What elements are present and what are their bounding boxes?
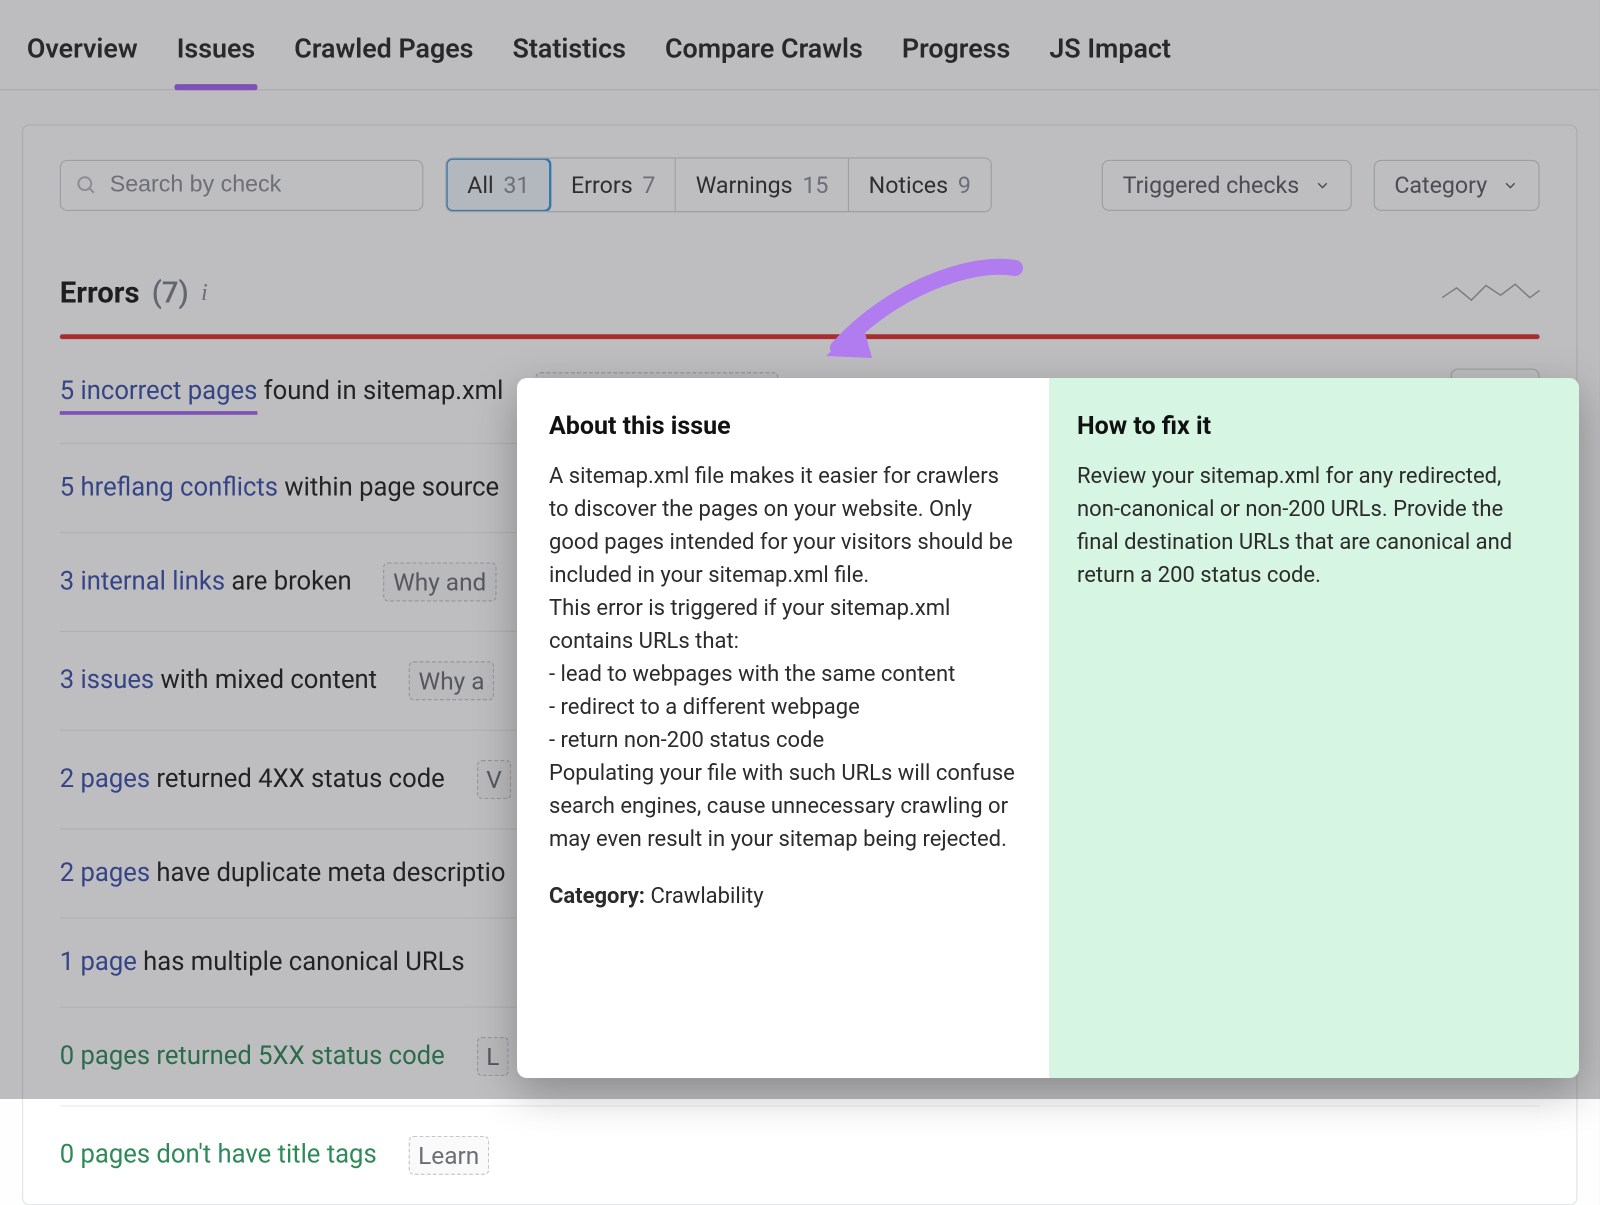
learn-more-button[interactable]: Learn: [408, 1136, 489, 1175]
category-dropdown-label: Category: [1394, 171, 1487, 199]
issue-link[interactable]: 2 pages: [60, 765, 150, 794]
tab-compare-crawls[interactable]: Compare Crawls: [663, 22, 866, 89]
top-tabs: Overview Issues Crawled Pages Statistics…: [0, 0, 1599, 90]
learn-more-button[interactable]: L: [476, 1037, 509, 1076]
filter-group: All 31 Errors 7 Warnings 15 Notices 9: [445, 157, 991, 212]
category-dropdown[interactable]: Category: [1374, 159, 1540, 210]
info-icon[interactable]: i: [201, 279, 208, 307]
how-to-fix-panel: How to fix it Review your sitemap.xml fo…: [1049, 378, 1579, 1078]
why-and-how-button[interactable]: Why a: [409, 661, 494, 700]
errors-label: Errors: [60, 276, 140, 310]
issue-rest: within page source: [278, 473, 499, 502]
issue-help-popover: About this issue A sitemap.xml file make…: [517, 378, 1579, 1078]
issue-rest: have duplicate meta descriptio: [150, 859, 505, 888]
filter-notices[interactable]: Notices 9: [849, 159, 990, 211]
issue-link[interactable]: 1 page: [60, 948, 137, 977]
fix-body: Review your sitemap.xml for any redirect…: [1077, 460, 1549, 592]
sparkline-icon: [1442, 281, 1540, 305]
tab-overview[interactable]: Overview: [24, 22, 140, 89]
category-label: Category:: [549, 884, 645, 909]
tab-statistics[interactable]: Statistics: [510, 22, 628, 89]
search-input[interactable]: [110, 171, 408, 198]
issue-rest: has multiple canonical URLs: [137, 948, 465, 977]
search-icon: [76, 174, 98, 196]
tab-progress[interactable]: Progress: [899, 22, 1012, 89]
filter-errors-label: Errors: [571, 171, 633, 199]
issue-row: 0 pages don't have title tags Learn: [60, 1107, 1540, 1205]
errors-section-heading: Errors (7) i: [60, 276, 1540, 310]
category-value: Crawlability: [650, 884, 763, 909]
search-input-wrapper[interactable]: [60, 159, 424, 210]
filter-all[interactable]: All 31: [445, 157, 551, 212]
filter-warnings-label: Warnings: [696, 171, 793, 199]
triggered-checks-label: Triggered checks: [1123, 171, 1300, 199]
issue-link[interactable]: 5 hreflang conflicts: [60, 473, 278, 502]
chevron-down-icon: [1314, 176, 1331, 193]
category-line: Category: Crawlability: [549, 880, 1019, 913]
chevron-down-icon: [1502, 176, 1519, 193]
why-and-how-button[interactable]: Why and: [383, 562, 496, 601]
why-and-how-button[interactable]: V: [476, 760, 511, 799]
filter-errors-count: 7: [642, 171, 655, 199]
about-heading: About this issue: [549, 408, 1019, 446]
tab-crawled-pages[interactable]: Crawled Pages: [292, 22, 476, 89]
tab-issues[interactable]: Issues: [174, 22, 257, 89]
issue-rest: found in sitemap.xml: [257, 376, 503, 405]
about-body: A sitemap.xml file makes it easier for c…: [549, 460, 1019, 856]
panel-header: All 31 Errors 7 Warnings 15 Notices 9: [60, 157, 1540, 212]
filter-notices-count: 9: [958, 171, 971, 199]
issue-link[interactable]: 3 issues: [60, 666, 154, 695]
filter-warnings-count: 15: [802, 171, 828, 199]
about-issue-panel: About this issue A sitemap.xml file make…: [517, 378, 1049, 1078]
filter-warnings[interactable]: Warnings 15: [676, 159, 849, 211]
issue-link[interactable]: 2 pages: [60, 859, 150, 888]
fix-heading: How to fix it: [1077, 408, 1549, 446]
issue-rest: are broken: [225, 567, 352, 596]
filter-all-label: All: [467, 171, 493, 199]
issue-rest: with mixed content: [154, 666, 377, 695]
filter-errors[interactable]: Errors 7: [551, 159, 676, 211]
issue-link[interactable]: 0 pages don't have title tags: [60, 1141, 377, 1170]
triggered-checks-dropdown[interactable]: Triggered checks: [1102, 159, 1352, 210]
issue-link[interactable]: 3 internal links: [60, 567, 225, 596]
issue-link[interactable]: 5 incorrect pages: [60, 376, 258, 414]
errors-count: (7): [152, 276, 189, 310]
issue-link[interactable]: 0 pages returned 5XX status code: [60, 1042, 445, 1071]
tab-js-impact[interactable]: JS Impact: [1047, 22, 1173, 89]
filter-all-count: 31: [503, 171, 529, 199]
filter-notices-label: Notices: [869, 171, 948, 199]
issue-rest: returned 4XX status code: [150, 765, 445, 794]
